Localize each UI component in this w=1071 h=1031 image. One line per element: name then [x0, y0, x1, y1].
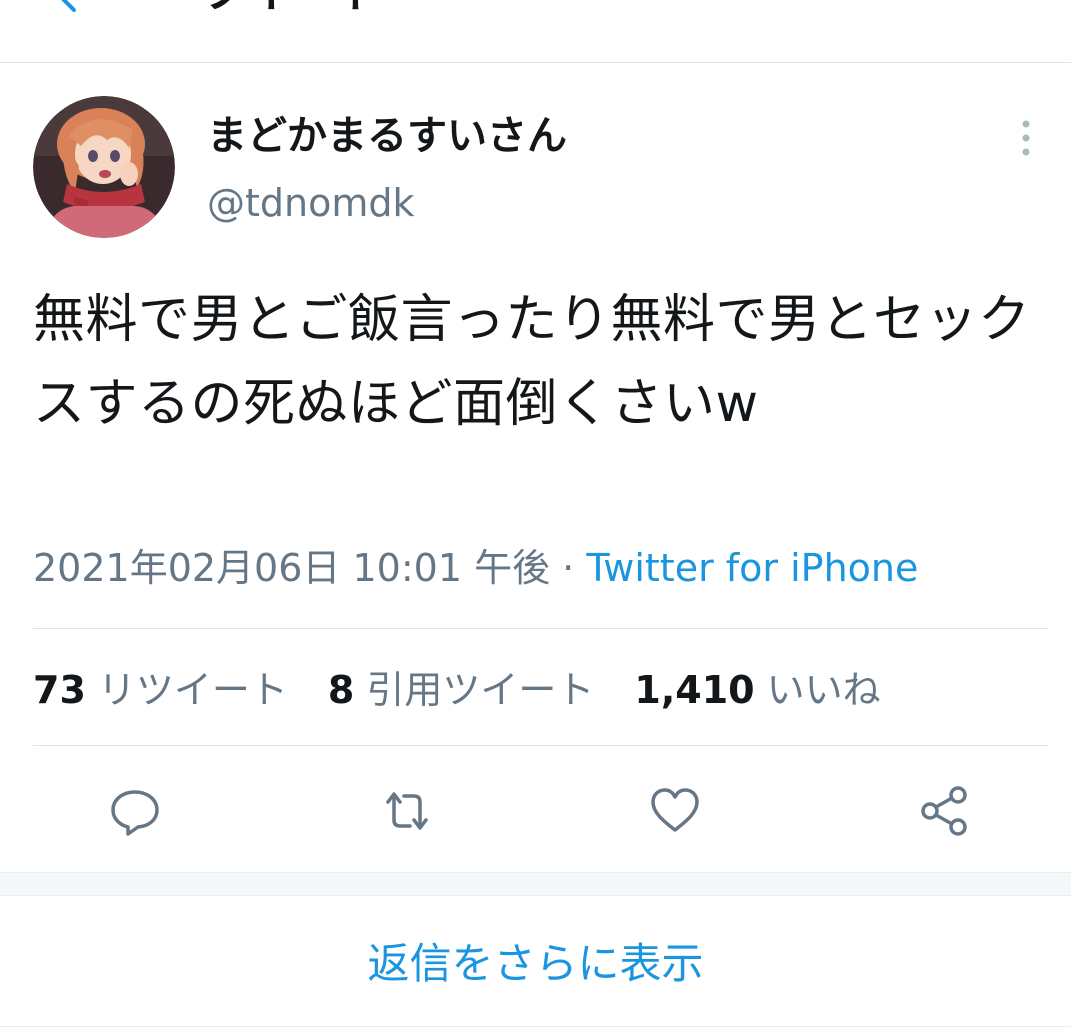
share-icon[interactable]: [918, 784, 972, 838]
section-separator: [0, 872, 1071, 896]
show-more-replies-button[interactable]: 返信をさらに表示: [0, 936, 1071, 992]
retweets-stat[interactable]: 73 リツイート: [33, 664, 288, 716]
likes-count: 1,410: [634, 668, 755, 712]
likes-label: いいね: [766, 668, 881, 712]
divider: [33, 628, 1048, 629]
tweet-stats: 73 リツイート 8 引用ツイート 1,410 いいね: [33, 664, 921, 716]
retweet-icon[interactable]: [380, 784, 434, 838]
tweet-text: 無料で男とご飯言ったり無料で男とセックスするの死ぬほど面倒くさいw: [33, 290, 1031, 434]
likes-stat[interactable]: 1,410 いいね: [634, 664, 880, 716]
back-arrow-icon[interactable]: [48, 0, 88, 18]
divider: [33, 745, 1048, 746]
author-handle[interactable]: @tdnomdk: [207, 180, 415, 226]
top-bar: ツイート: [0, 0, 1071, 63]
like-icon[interactable]: [648, 784, 702, 838]
reply-icon[interactable]: [108, 784, 162, 838]
tweet-meta: 2021年02月06日 10:01 午後 · Twitter for iPhon…: [33, 544, 918, 592]
divider: [0, 1026, 1071, 1027]
tweet-detail-page: ツイート: [0, 0, 1071, 1031]
avatar[interactable]: [33, 96, 175, 238]
quotes-label: 引用ツイート: [366, 668, 595, 712]
page-title: ツイート: [200, 0, 384, 14]
tweet-source-link[interactable]: Twitter for iPhone: [586, 546, 918, 590]
more-vertical-icon[interactable]: [1014, 118, 1038, 158]
retweets-label: リツイート: [97, 668, 288, 712]
author-display-name[interactable]: まどかまるすいさん: [207, 112, 567, 160]
avatar-image: [33, 96, 175, 238]
meta-separator: ·: [550, 546, 587, 590]
quotes-count: 8: [327, 668, 355, 712]
retweets-count: 73: [33, 668, 86, 712]
quotes-stat[interactable]: 8 引用ツイート: [328, 664, 594, 716]
tweet-timestamp[interactable]: 2021年02月06日 10:01 午後: [33, 546, 550, 590]
